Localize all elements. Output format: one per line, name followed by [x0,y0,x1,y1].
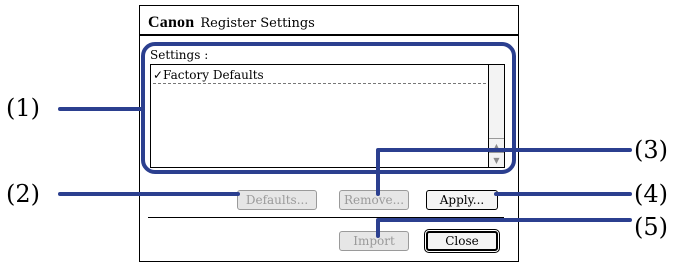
scroll-up-icon[interactable]: ▲ [489,138,504,153]
dialog-title-bar: Canon Register Settings [148,14,315,32]
callout-4: (4) [634,180,668,208]
close-button[interactable]: Close [424,229,500,253]
dialog-title: Register Settings [200,16,315,31]
callout-2: (2) [6,180,40,208]
register-settings-dialog: Canon Register Settings Settings : ✓Fact… [139,5,519,262]
apply-button[interactable]: Apply... [426,190,498,210]
callout-5: (5) [634,213,668,241]
button-divider [148,217,504,218]
settings-list[interactable]: ✓Factory Defaults ▲ ▼ [150,64,505,168]
callout-1: (1) [6,94,40,122]
list-item-factory-defaults[interactable]: ✓Factory Defaults [153,67,486,84]
scroll-down-icon[interactable]: ▼ [489,152,504,167]
settings-list-scrollbar[interactable]: ▲ ▼ [488,65,504,167]
defaults-button[interactable]: Defaults... [237,190,317,210]
canon-logo: Canon [148,14,195,31]
settings-label: Settings : [150,48,209,62]
callout-3: (3) [634,136,668,164]
remove-button[interactable]: Remove... [339,190,409,210]
import-button[interactable]: Import [339,231,409,251]
title-divider [140,34,518,36]
